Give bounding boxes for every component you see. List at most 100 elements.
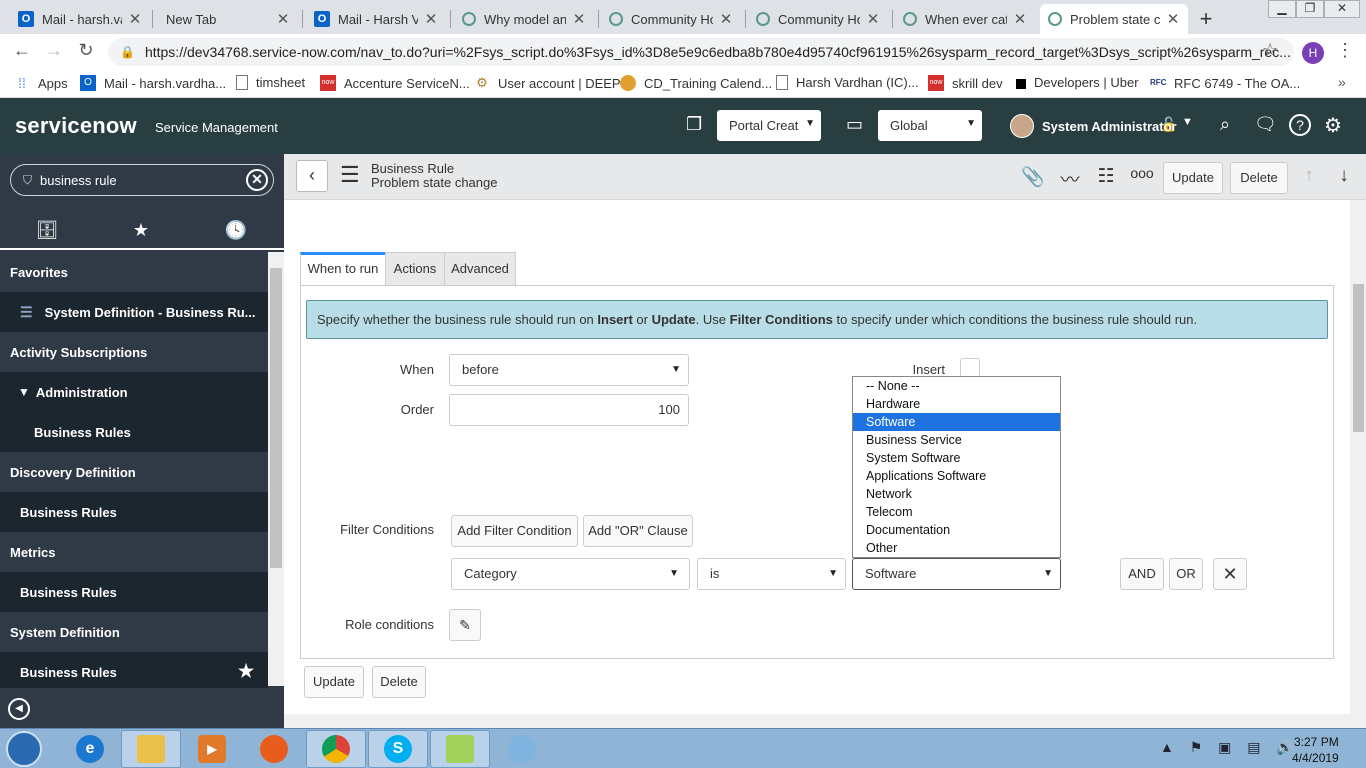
close-tab-icon[interactable]: ✕ bbox=[1013, 10, 1027, 28]
condition-field-select[interactable]: Category ▼ bbox=[451, 558, 690, 590]
nav-section-discovery-definition[interactable]: Discovery Definition bbox=[0, 452, 268, 492]
chevron-down-icon[interactable]: ▼ bbox=[1182, 116, 1193, 128]
bookmarks-overflow-icon[interactable]: » bbox=[1338, 74, 1346, 90]
browser-tab[interactable]: O Mail - harsh.var ✕ bbox=[10, 4, 150, 34]
when-select[interactable]: before ▼ bbox=[449, 354, 689, 386]
dropdown-option[interactable]: Telecom bbox=[853, 503, 1060, 521]
minimize-icon[interactable]: ▁ bbox=[1268, 0, 1296, 18]
arrow-down-icon[interactable]: ↓ bbox=[1331, 165, 1357, 187]
dropdown-option[interactable]: Applications Software bbox=[853, 467, 1060, 485]
collapse-navigator-icon[interactable]: ◀ bbox=[8, 698, 30, 720]
and-button[interactable]: AND bbox=[1120, 558, 1164, 590]
content-scrollbar[interactable] bbox=[1350, 200, 1366, 728]
activity-icon[interactable]: 〰 bbox=[1057, 165, 1083, 192]
dropdown-option[interactable]: System Software bbox=[853, 449, 1060, 467]
or-button[interactable]: OR bbox=[1169, 558, 1203, 590]
favorite-star-icon[interactable]: ★ bbox=[238, 661, 254, 682]
windows-start-icon[interactable] bbox=[6, 731, 42, 767]
more-options-icon[interactable]: ooo bbox=[1129, 165, 1155, 181]
system-tray-icons[interactable]: ▲ ⚑ ▣ ▤ 🔊 bbox=[1160, 739, 1300, 756]
app-picker-icon[interactable]: ❐ bbox=[686, 114, 702, 135]
close-tab-icon[interactable]: ✕ bbox=[719, 10, 733, 28]
category-dropdown-list[interactable]: -- None -- Hardware Software Business Se… bbox=[852, 376, 1061, 558]
browser-tab[interactable]: Community Ho ✕ bbox=[601, 4, 741, 34]
nav-section-metrics[interactable]: Metrics bbox=[0, 532, 268, 572]
horizontal-scrollbar[interactable] bbox=[284, 714, 1350, 728]
media-player-icon[interactable]: ▶ bbox=[182, 730, 242, 768]
forward-arrow-icon[interactable]: → bbox=[42, 40, 66, 61]
dropdown-option[interactable]: -- None -- bbox=[853, 377, 1060, 395]
clock-time[interactable]: 3:27 PM bbox=[1294, 735, 1339, 749]
update-button-header[interactable]: Update bbox=[1163, 162, 1223, 194]
nav-module-business-rules[interactable]: Business Rules bbox=[0, 412, 268, 452]
bookmark-item[interactable]: RFC RFC 6749 - The OA... bbox=[1150, 75, 1300, 91]
delete-button-header[interactable]: Delete bbox=[1230, 162, 1288, 194]
bookmark-item[interactable]: O Mail - harsh.vardha... bbox=[80, 75, 226, 91]
profile-avatar[interactable]: H bbox=[1302, 42, 1324, 64]
restore-icon[interactable]: ❐ bbox=[1296, 0, 1324, 18]
close-tab-icon[interactable]: ✕ bbox=[866, 10, 880, 28]
nav-module-business-rules[interactable]: Business Rules bbox=[0, 572, 268, 612]
reload-icon[interactable]: ↻ bbox=[74, 40, 98, 61]
dropdown-option[interactable]: Hardware bbox=[853, 395, 1060, 413]
notepad-icon[interactable] bbox=[430, 730, 490, 768]
pencil-edit-icon[interactable]: ✎ bbox=[449, 609, 481, 641]
remove-condition-icon[interactable]: ✕ bbox=[1213, 558, 1247, 590]
bookmark-item[interactable]: CD_Training Calend... bbox=[620, 75, 772, 91]
nav-section-favorites[interactable]: Favorites bbox=[0, 252, 268, 292]
browser-tab[interactable]: Community Ho ✕ bbox=[748, 4, 888, 34]
dropdown-option[interactable]: Documentation bbox=[853, 521, 1060, 539]
bookmark-item[interactable]: timsheet bbox=[236, 75, 305, 90]
update-button[interactable]: Update bbox=[304, 666, 364, 698]
add-filter-condition-button[interactable]: Add Filter Condition bbox=[451, 515, 578, 547]
servicenow-logo[interactable]: servicenow bbox=[15, 113, 137, 139]
dropdown-option[interactable]: Other bbox=[853, 539, 1060, 557]
close-tab-icon[interactable]: ✕ bbox=[276, 10, 290, 28]
help-icon[interactable]: ? bbox=[1289, 114, 1311, 136]
skype-icon[interactable]: S bbox=[368, 730, 428, 768]
tab-when-to-run[interactable]: When to run bbox=[300, 252, 386, 286]
clear-filter-icon[interactable]: ✕ bbox=[246, 169, 268, 191]
clock-date[interactable]: 4/4/2019 bbox=[1292, 751, 1339, 765]
condition-value-select[interactable]: Software ▼ bbox=[852, 558, 1061, 590]
browser-tab[interactable]: O Mail - Harsh Va ✕ bbox=[306, 4, 446, 34]
archive-icon[interactable]: 🗄 bbox=[32, 220, 62, 241]
paint-icon[interactable] bbox=[492, 730, 552, 768]
internet-explorer-icon[interactable]: e bbox=[60, 730, 120, 768]
browser-tab[interactable]: When ever cate ✕ bbox=[895, 4, 1035, 34]
add-or-clause-button[interactable]: Add "OR" Clause bbox=[583, 515, 693, 547]
dropdown-option[interactable]: Business Service bbox=[853, 431, 1060, 449]
bookmark-item[interactable]: now skrill dev bbox=[928, 75, 1003, 91]
bookmark-star-icon[interactable]: ☆ bbox=[1262, 40, 1278, 61]
paperclip-icon[interactable]: 📎 bbox=[1020, 165, 1046, 189]
tab-actions[interactable]: Actions bbox=[385, 252, 445, 286]
browser-tab-active[interactable]: Problem state c ✕ bbox=[1040, 4, 1188, 34]
context-menu-icon[interactable]: ☰ bbox=[340, 162, 360, 188]
dropdown-option[interactable]: Network bbox=[853, 485, 1060, 503]
window-close-icon[interactable]: ✕ bbox=[1324, 0, 1360, 18]
close-tab-icon[interactable]: ✕ bbox=[128, 10, 142, 28]
order-input[interactable]: 100 bbox=[449, 394, 689, 426]
dropdown-option-selected[interactable]: Software bbox=[853, 413, 1060, 431]
nav-section-activity-subscriptions[interactable]: Activity Subscriptions bbox=[0, 332, 268, 372]
content-scroll-thumb[interactable] bbox=[1353, 284, 1364, 432]
bookmark-item[interactable]: Developers | Uber bbox=[1016, 75, 1139, 90]
browser-menu-icon[interactable]: ⋮ bbox=[1336, 40, 1354, 61]
arrow-up-icon[interactable]: ↑ bbox=[1296, 165, 1322, 187]
update-set-icon[interactable]: ▭ bbox=[846, 114, 863, 135]
close-tab-icon[interactable]: ✕ bbox=[1166, 10, 1180, 28]
star-icon[interactable]: ★ bbox=[126, 220, 156, 241]
file-explorer-icon[interactable] bbox=[121, 730, 181, 768]
delete-button[interactable]: Delete bbox=[372, 666, 426, 698]
condition-operator-select[interactable]: is ▼ bbox=[697, 558, 846, 590]
nav-section-system-definition[interactable]: System Definition bbox=[0, 612, 268, 652]
browser-tab[interactable]: Why model and ✕ bbox=[454, 4, 594, 34]
close-tab-icon[interactable]: ✕ bbox=[424, 10, 438, 28]
firefox-icon[interactable] bbox=[244, 730, 304, 768]
user-avatar[interactable] bbox=[1010, 114, 1034, 138]
application-select[interactable]: Portal Creat ▼ bbox=[717, 110, 821, 141]
user-name[interactable]: System Administrator bbox=[1042, 119, 1177, 134]
chat-icon[interactable]: 🗨 bbox=[1254, 114, 1277, 135]
gear-icon[interactable]: ⚙ bbox=[1324, 113, 1342, 138]
scope-select[interactable]: Global ▼ bbox=[878, 110, 982, 141]
